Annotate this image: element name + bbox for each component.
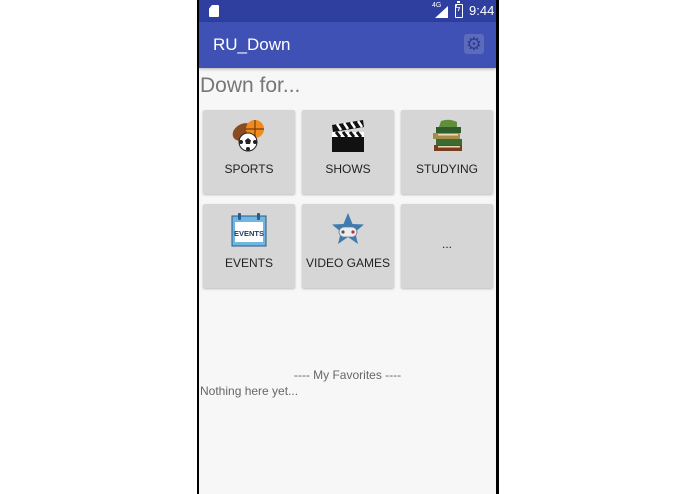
tile-events[interactable]: EVENTS EVENTS (203, 204, 295, 288)
tile-label: VIDEO GAMES (305, 256, 391, 270)
sports-balls-icon (232, 120, 264, 152)
clapperboard-icon (332, 120, 364, 152)
calendar-events-icon: EVENTS (231, 213, 267, 247)
app-title: RU_Down (213, 35, 291, 54)
tile-studying[interactable]: STUDYING (401, 110, 493, 194)
clock: 9:44 (469, 3, 495, 18)
tile-label: SHOWS (325, 162, 371, 176)
gamepad-star-icon (332, 213, 364, 244)
screen: 4G 9:44 RU_Down ⚙ Down for... SPORTS (199, 0, 496, 494)
network-type: 4G (432, 2, 442, 9)
calendar-icon-text: EVENTS (234, 229, 264, 238)
tile-label: EVENTS (224, 256, 273, 270)
gear-icon[interactable]: ⚙ (464, 34, 484, 54)
favorites-empty-text: Nothing here yet... (200, 384, 299, 398)
tile-label: STUDYING (415, 162, 478, 176)
favorites-header: ---- My Favorites ---- (293, 368, 402, 382)
sd-card-icon (209, 5, 219, 17)
battery-charging-icon (455, 1, 463, 18)
tile-video-games[interactable]: VIDEO GAMES (302, 204, 394, 288)
tile-label: SPORTS (224, 162, 274, 176)
tile-more[interactable]: ... (401, 204, 493, 288)
books-icon (433, 119, 462, 151)
phone-frame: 4G 9:44 RU_Down ⚙ Down for... SPORTS (197, 0, 499, 494)
tile-shows[interactable]: SHOWS (302, 110, 394, 194)
tile-label: ... (441, 237, 452, 251)
page-title: Down for... (200, 74, 301, 97)
app-bar: RU_Down ⚙ (199, 22, 496, 68)
status-bar: 4G 9:44 (199, 0, 496, 22)
tile-sports[interactable]: SPORTS (203, 110, 295, 194)
